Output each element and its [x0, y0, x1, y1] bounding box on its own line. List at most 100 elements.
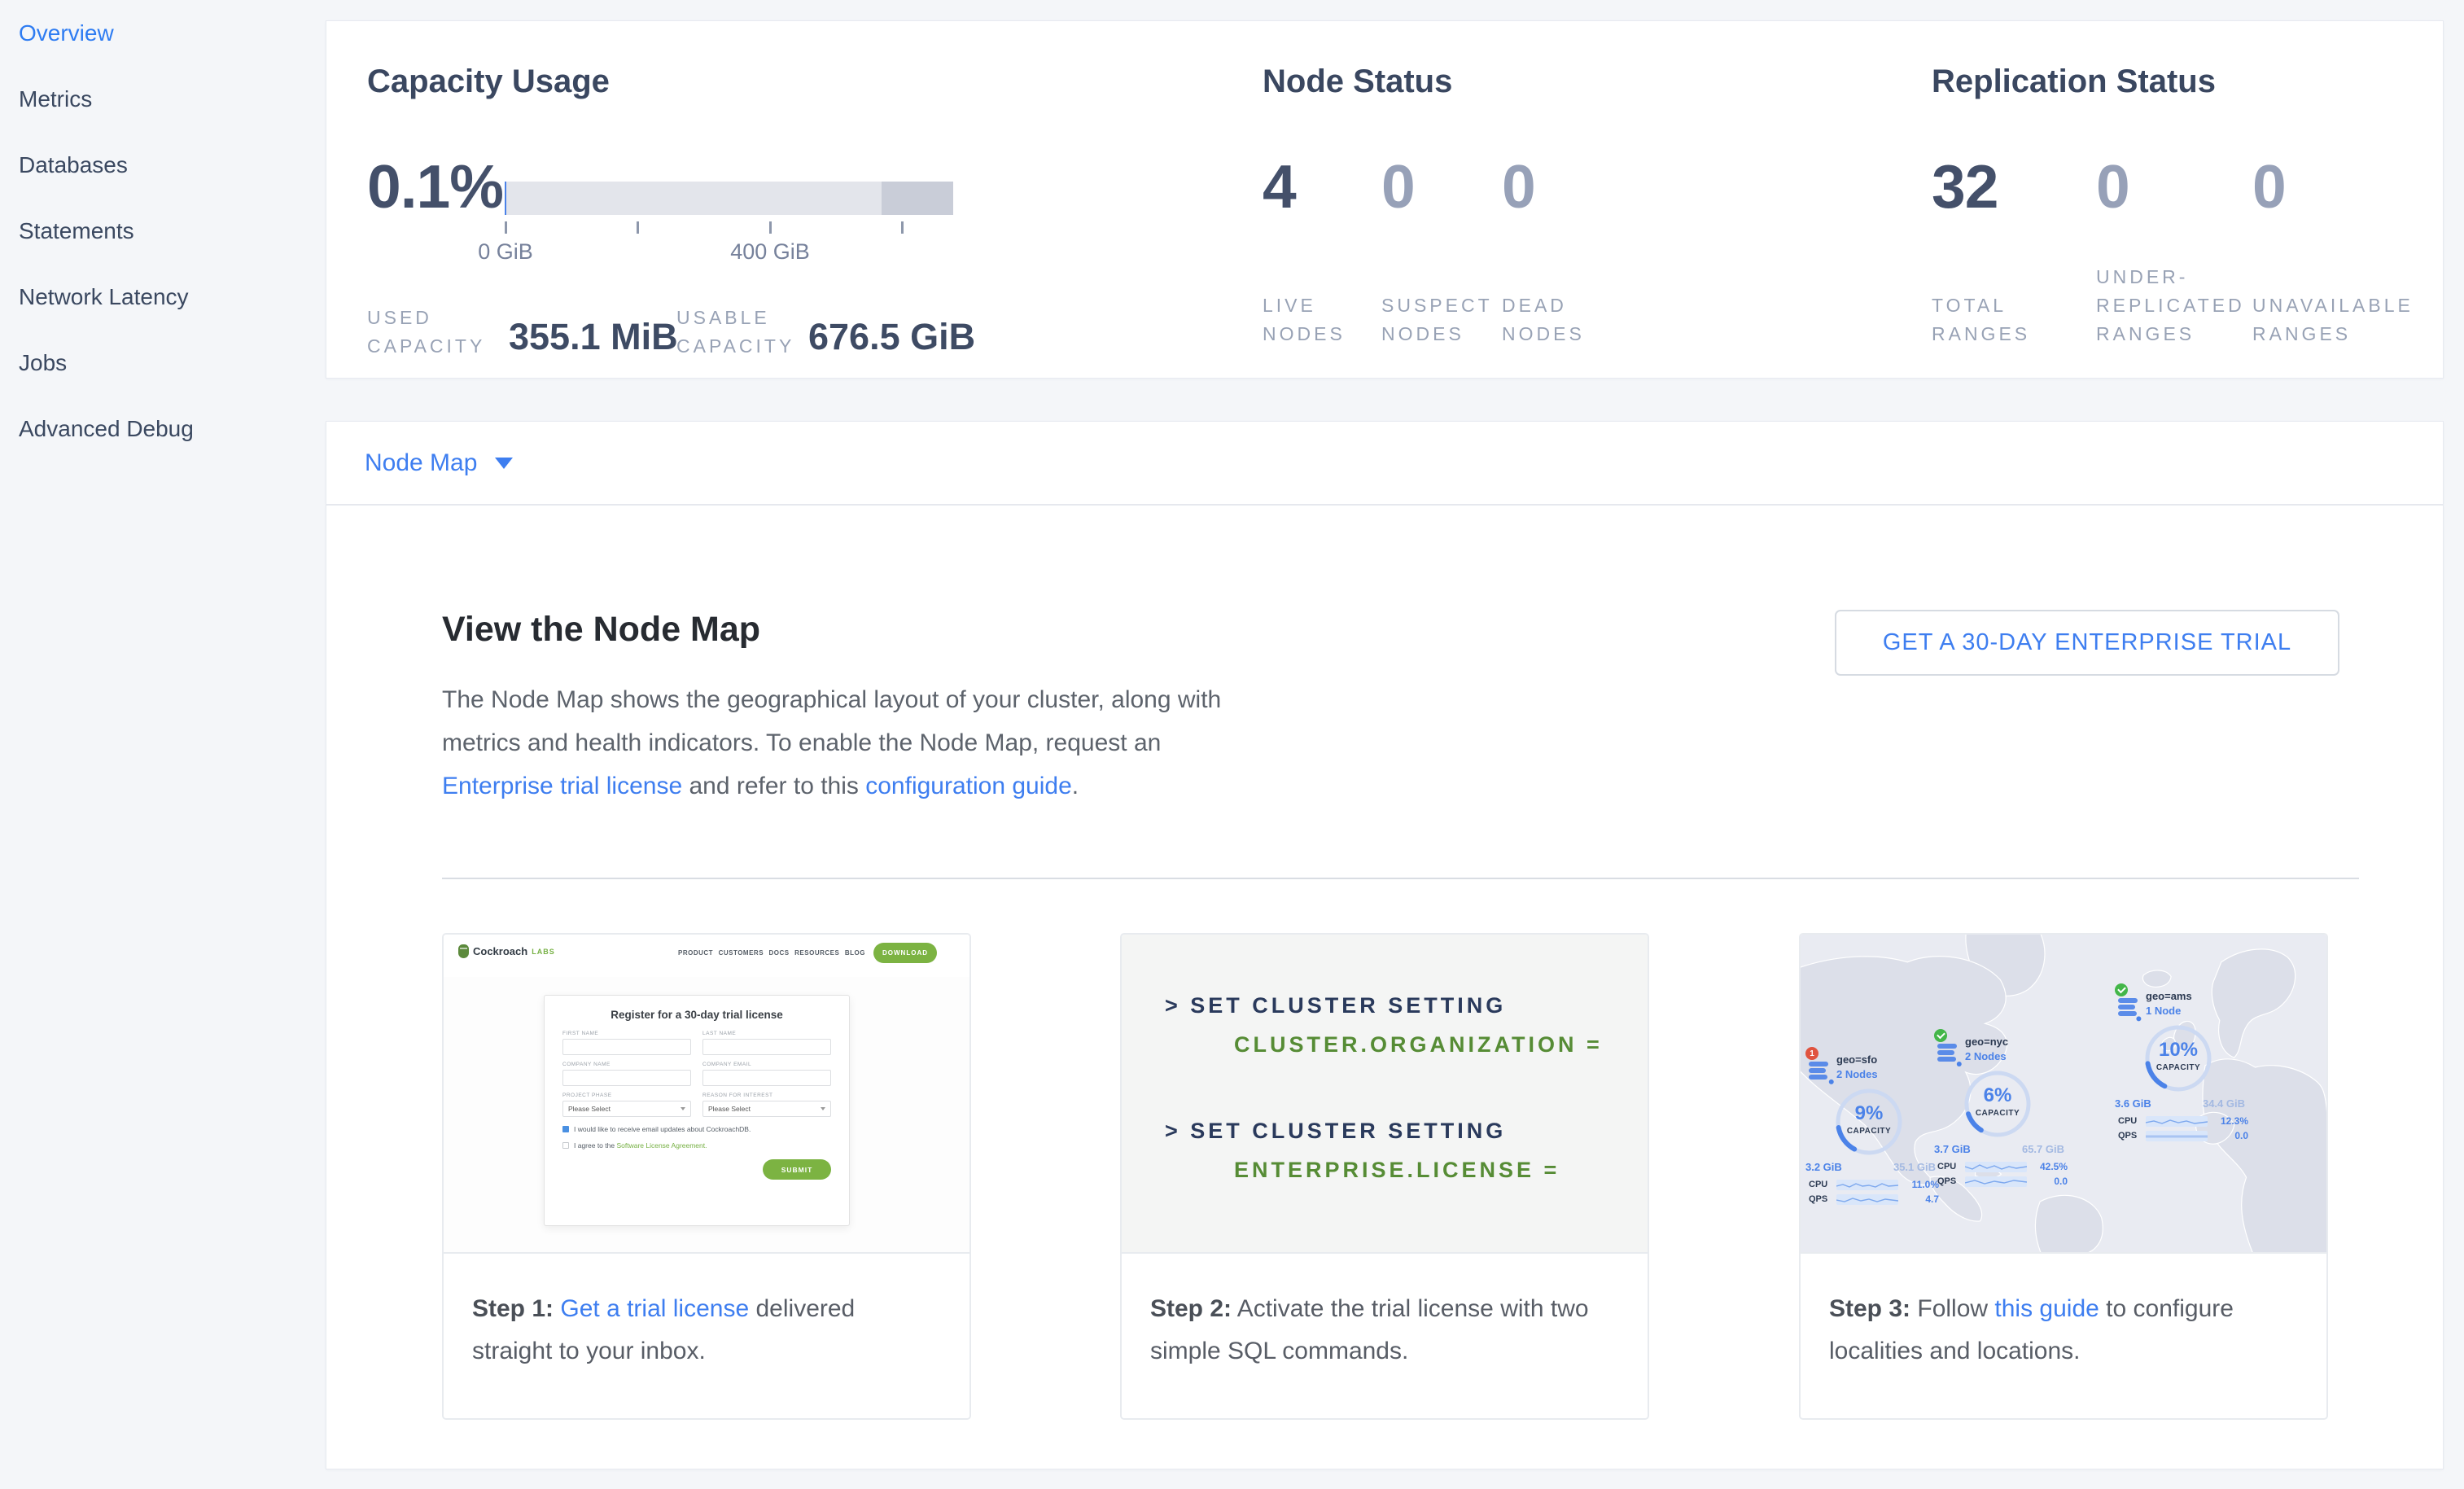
- sidebar-item-jobs[interactable]: Jobs: [0, 330, 326, 396]
- cpu-sparkline: [2146, 1116, 2208, 1127]
- step-1-prefix: Step 1:: [472, 1295, 554, 1322]
- capacity-percent: 9%: [1832, 1102, 1906, 1125]
- suspect-nodes-label: SUSPECT NODES: [1381, 291, 1491, 348]
- mini-site-screenshot: Cockroach LABS PRODUCT CUSTOMERS DOCS RE…: [444, 935, 969, 1252]
- cpu-value: 12.3%: [2221, 1115, 2248, 1127]
- capacity-label: CAPACITY: [2141, 1063, 2216, 1072]
- mini-select-reason: Please Select: [702, 1101, 831, 1117]
- step-2-prefix: Step 2:: [1150, 1295, 1232, 1322]
- description-text: .: [1072, 773, 1079, 799]
- node-status-title: Node Status: [1263, 64, 1452, 100]
- mini-nav-item: DOCS: [769, 949, 790, 957]
- locale-node-count: 2 Nodes: [1965, 1050, 2007, 1062]
- mini-checkbox-label: I would like to receive email updates ab…: [574, 1125, 751, 1133]
- cpu-label: CPU: [1809, 1180, 1836, 1189]
- description-text: The Node Map shows the geographical layo…: [442, 686, 1221, 756]
- mini-field-label: LAST NAME: [702, 1031, 831, 1036]
- qps-sparkline: [1965, 1176, 2027, 1187]
- sql-line-1: > SET CLUSTER SETTING: [1165, 993, 1506, 1018]
- total-ranges-label: TOTAL RANGES: [1932, 291, 2037, 348]
- node-map-promo-panel: View the Node Map The Node Map shows the…: [326, 505, 2444, 1469]
- configuration-guide-link[interactable]: configuration guide: [865, 773, 1072, 799]
- sidebar-item-databases[interactable]: Databases: [0, 132, 326, 198]
- qps-label: QPS: [1937, 1176, 1965, 1186]
- sidebar-item-statements[interactable]: Statements: [0, 198, 326, 264]
- capacity-percent: 10%: [2141, 1039, 2216, 1062]
- cpu-sparkline: [1836, 1180, 1898, 1190]
- qps-value: 4.7: [1925, 1193, 1939, 1205]
- step-3-card: 1 geo=sfo 2 Nodes 9% CAPACITY 3.2 GiB 35…: [1799, 933, 2328, 1420]
- brand-name: Cockroach: [473, 945, 527, 957]
- sql-line-3: > SET CLUSTER SETTING: [1165, 1119, 1506, 1144]
- this-guide-link[interactable]: this guide: [1994, 1295, 2099, 1322]
- cpu-sparkline: [1965, 1162, 2027, 1172]
- locale-node-count: 2 Nodes: [1836, 1068, 1878, 1080]
- capacity-usage-title: Capacity Usage: [367, 64, 610, 100]
- capacity-axis-tick: [637, 221, 639, 234]
- mini-field-label: PROJECT PHASE: [562, 1093, 691, 1098]
- get-enterprise-trial-button[interactable]: GET A 30-DAY ENTERPRISE TRIAL: [1835, 610, 2339, 676]
- enterprise-trial-license-link[interactable]: Enterprise trial license: [442, 773, 682, 799]
- mini-checkbox-row-license: I agree to the Software License Agreemen…: [562, 1141, 831, 1150]
- dead-nodes-label: DEAD NODES: [1502, 291, 1595, 348]
- step-3-prefix: Step 3:: [1829, 1295, 1910, 1322]
- sidebar: Overview Metrics Databases Statements Ne…: [0, 0, 326, 1489]
- capacity-axis-tick: [505, 221, 507, 234]
- get-trial-license-link[interactable]: Get a trial license: [560, 1295, 749, 1322]
- replication-status-title: Replication Status: [1932, 64, 2216, 100]
- brand-suffix: LABS: [532, 948, 555, 956]
- sidebar-item-metrics[interactable]: Metrics: [0, 66, 326, 132]
- mini-field-label: FIRST NAME: [562, 1031, 691, 1036]
- mini-field-label: REASON FOR INTEREST: [702, 1093, 831, 1098]
- suspect-nodes-value: 0: [1381, 151, 1415, 221]
- trial-license-site-thumbnail: Cockroach LABS PRODUCT CUSTOMERS DOCS RE…: [444, 935, 969, 1252]
- capacity-axis-tick: [769, 221, 772, 234]
- used-capacity-value: 355.1 MiB: [509, 316, 678, 358]
- live-nodes-label: LIVE NODES: [1263, 291, 1356, 348]
- mini-checkbox-row-updates: I would like to receive email updates ab…: [562, 1125, 831, 1133]
- capacity-bar: [505, 182, 953, 215]
- sidebar-item-overview[interactable]: Overview: [0, 0, 326, 66]
- cpu-value: 42.5%: [2040, 1161, 2068, 1172]
- mini-site-nav: PRODUCT CUSTOMERS DOCS RESOURCES BLOG: [678, 949, 865, 957]
- step-1-card: Cockroach LABS PRODUCT CUSTOMERS DOCS RE…: [442, 933, 971, 1420]
- node-map-thumbnail: 1 geo=sfo 2 Nodes 9% CAPACITY 3.2 GiB 35…: [1801, 935, 2326, 1252]
- healthy-check-icon: [2115, 983, 2128, 996]
- mini-input-first-name: [562, 1039, 691, 1055]
- node-map-description: The Node Map shows the geographical layo…: [442, 678, 1228, 808]
- capacity-total: 34.4 GiB: [2203, 1097, 2245, 1110]
- mini-download-button: DOWNLOAD: [873, 943, 937, 963]
- step-3-text: Follow: [1910, 1295, 1994, 1322]
- qps-label: QPS: [1809, 1194, 1836, 1204]
- warning-badge-icon: 1: [1805, 1047, 1818, 1060]
- capacity-used: 3.2 GiB: [1805, 1161, 1842, 1173]
- mini-select-project-phase: Please Select: [562, 1101, 691, 1117]
- used-capacity-label: USED CAPACITY: [367, 304, 485, 361]
- node-map-view-label: Node Map: [365, 449, 477, 477]
- sidebar-item-advanced-debug[interactable]: Advanced Debug: [0, 396, 326, 462]
- capacity-total: 65.7 GiB: [2022, 1143, 2064, 1155]
- mini-submit-button: SUBMIT: [763, 1159, 831, 1180]
- dead-nodes-value: 0: [1502, 151, 1535, 221]
- database-stack-icon: [2118, 998, 2138, 1018]
- cockroach-bug-icon: [458, 944, 469, 958]
- sidebar-item-network-latency[interactable]: Network Latency: [0, 264, 326, 330]
- sql-line-4: ENTERPRISE.LICENSE =: [1234, 1158, 1560, 1183]
- checkbox-checked-icon: [562, 1126, 569, 1132]
- capacity-axis-label-0: 0 GiB: [440, 239, 571, 265]
- capacity-axis-tick: [901, 221, 904, 234]
- qps-sparkline: [2146, 1131, 2208, 1141]
- mini-field-label: COMPANY NAME: [562, 1062, 691, 1067]
- cluster-summary-panel: Capacity Usage 0.1% 0 GiB 400 GiB USED C…: [326, 20, 2444, 379]
- capacity-total: 35.1 GiB: [1893, 1161, 1936, 1173]
- mini-checkbox-label: I agree to the Software License Agreemen…: [574, 1141, 707, 1150]
- locale-node-count: 1 Node: [2146, 1005, 2181, 1017]
- usable-capacity-value: 676.5 GiB: [808, 316, 975, 358]
- mini-register-form: Register for a 30-day trial license FIRS…: [544, 995, 850, 1226]
- capacity-bar-used-segment: [505, 182, 506, 215]
- capacity-percent: 6%: [1960, 1084, 2035, 1107]
- node-map-view-dropdown[interactable]: Node Map: [365, 422, 513, 504]
- usable-capacity-label: USABLE CAPACITY: [676, 304, 807, 361]
- cpu-label: CPU: [2118, 1116, 2146, 1126]
- step-1-caption: Step 1: Get a trial license delivered st…: [444, 1252, 969, 1418]
